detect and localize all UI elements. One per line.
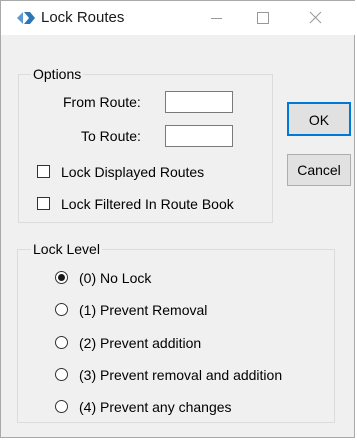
checkbox-box[interactable] — [37, 165, 50, 178]
window-title: Lock Routes — [41, 9, 125, 26]
options-legend: Options — [31, 66, 84, 82]
lock-routes-dialog: Lock Routes Options From Route: To Route… — [0, 0, 356, 438]
to-route-label: To Route: — [81, 128, 141, 144]
title-bar[interactable]: Lock Routes — [1, 1, 356, 35]
radio-label: (2) Prevent addition — [79, 335, 202, 351]
close-button[interactable] — [292, 1, 338, 35]
maximize-button[interactable] — [239, 1, 285, 35]
radio-lock-level-4[interactable]: (4) Prevent any changes — [55, 399, 275, 417]
from-route-label: From Route: — [63, 94, 141, 110]
radio-button[interactable] — [55, 368, 68, 381]
ok-button[interactable]: OK — [287, 102, 351, 136]
maximize-icon — [257, 12, 269, 24]
lock-displayed-routes-label: Lock Displayed Routes — [61, 164, 205, 180]
radio-label: (1) Prevent Removal — [79, 302, 208, 318]
lock-filtered-label: Lock Filtered In Route Book — [61, 196, 234, 212]
from-route-input[interactable] — [165, 91, 233, 113]
radio-button[interactable] — [55, 400, 68, 413]
radio-lock-level-3[interactable]: (3) Prevent removal and addition — [55, 367, 325, 385]
radio-label: (3) Prevent removal and addition — [79, 367, 283, 383]
radio-lock-level-2[interactable]: (2) Prevent addition — [55, 335, 255, 353]
radio-selected-dot — [58, 274, 65, 281]
lock-displayed-routes-checkbox[interactable]: Lock Displayed Routes — [37, 164, 267, 182]
radio-lock-level-0[interactable]: (0) No Lock — [55, 270, 255, 288]
radio-label: (4) Prevent any changes — [79, 399, 232, 415]
radio-button[interactable] — [55, 336, 68, 349]
checkbox-box[interactable] — [37, 197, 50, 210]
minimize-icon — [211, 18, 222, 19]
radio-button[interactable] — [55, 271, 68, 284]
radio-label: (0) No Lock — [79, 270, 152, 286]
to-route-input[interactable] — [165, 125, 233, 147]
radio-button[interactable] — [55, 303, 68, 316]
lock-level-legend: Lock Level — [31, 241, 102, 257]
radio-lock-level-1[interactable]: (1) Prevent Removal — [55, 302, 255, 320]
cancel-button[interactable]: Cancel — [287, 154, 351, 186]
close-icon — [309, 11, 322, 24]
diamond-arrow-icon — [17, 10, 35, 26]
minimize-button[interactable] — [193, 1, 239, 35]
lock-filtered-in-route-book-checkbox[interactable]: Lock Filtered In Route Book — [37, 196, 269, 214]
